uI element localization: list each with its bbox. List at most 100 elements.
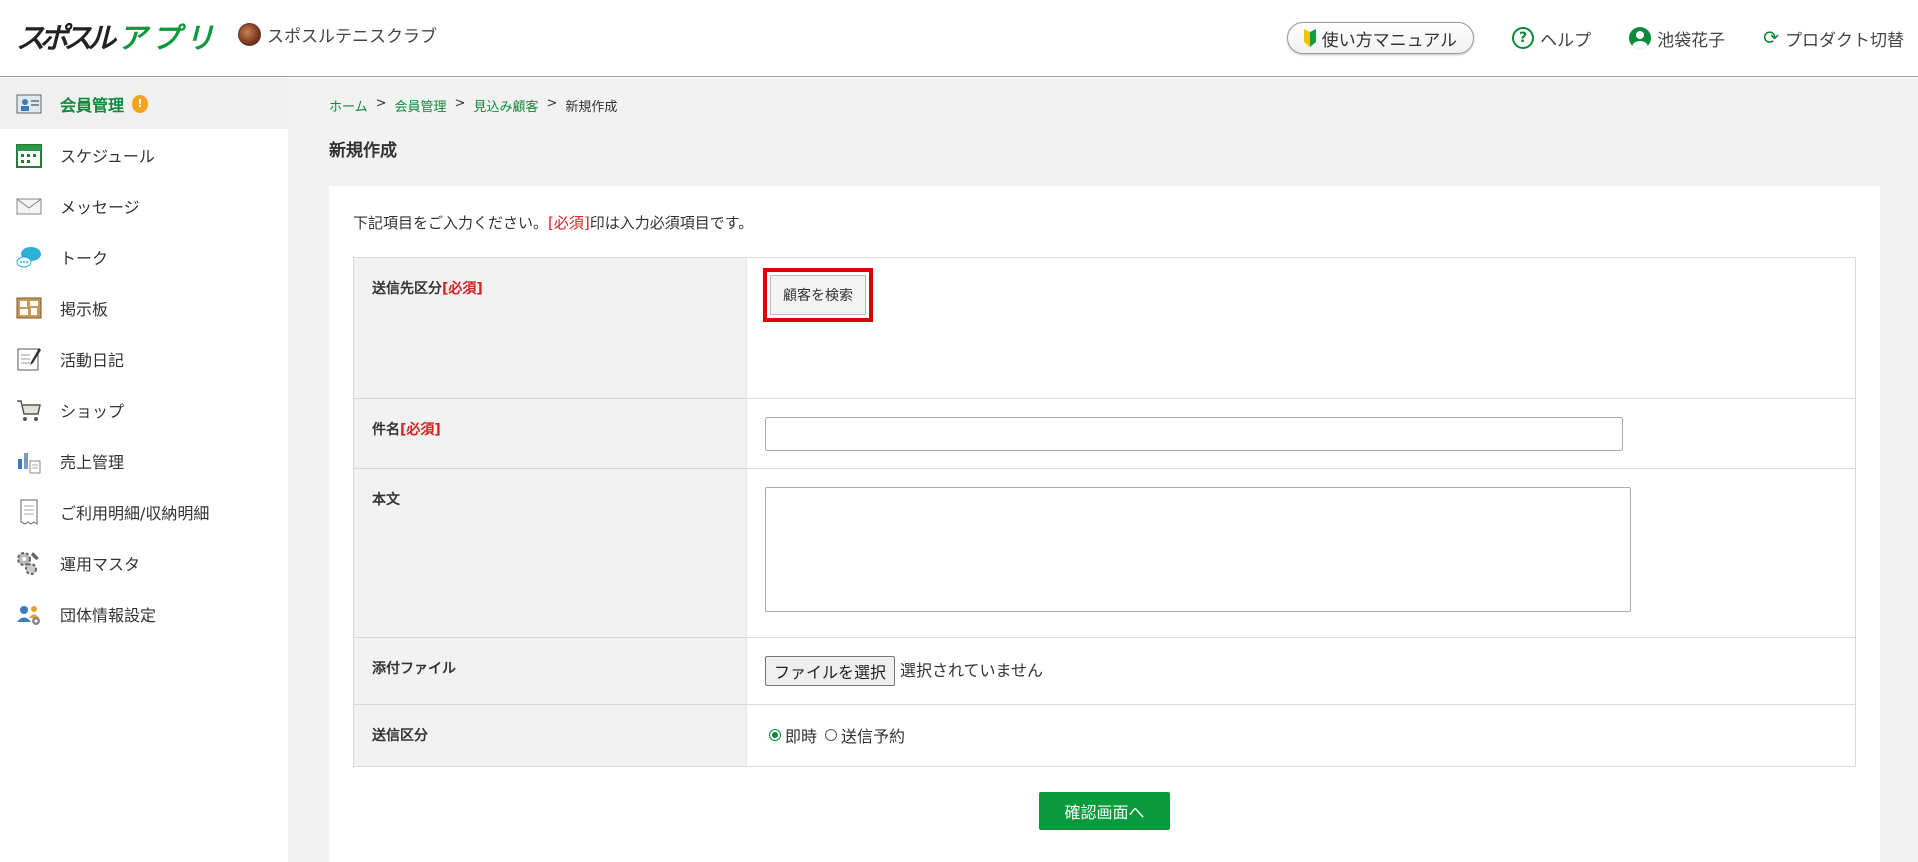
form-panel: 下記項目をご入力ください。[必須]印は入力必須項目です。 送信先区分[必須] 顧… <box>329 186 1880 862</box>
cart-icon <box>15 396 43 424</box>
product-switch-label: プロダクト切替 <box>1785 30 1904 51</box>
field-label: 送信先区分 <box>372 281 442 297</box>
sidebar-item-message[interactable]: メッセージ <box>0 180 288 231</box>
notification-badge: ! <box>132 94 149 113</box>
radio-immediate[interactable] <box>769 729 781 741</box>
breadcrumb-prospects[interactable]: 見込み顧客 <box>473 96 538 115</box>
intro-text: 下記項目をご入力ください。 <box>353 214 549 232</box>
help-label: ヘルプ <box>1540 30 1592 51</box>
svg-text:スポスル: スポスル <box>16 21 118 55</box>
breadcrumb: ホーム > 会員管理 > 見込み顧客 > 新規作成 <box>329 96 617 115</box>
manual-button[interactable]: 使い方マニュアル <box>1286 22 1475 54</box>
product-switch[interactable]: ⟳ プロダクト切替 <box>1763 26 1904 51</box>
sales-chart-icon <box>15 447 43 475</box>
breadcrumb-current: 新規作成 <box>565 100 618 115</box>
required-marker: [必須] <box>400 422 441 438</box>
sidebar-item-label: ショップ <box>60 401 125 421</box>
attachment-label: 添付ファイル <box>354 638 747 704</box>
user-avatar-icon <box>1629 27 1652 49</box>
breadcrumb-separator: > <box>454 96 466 111</box>
group-settings-icon <box>15 600 43 628</box>
help-link[interactable]: ? ヘルプ <box>1512 26 1591 51</box>
recipient-cell: 顧客を検索 <box>747 258 1855 398</box>
send-type-cell: 即時 送信予約 <box>747 705 1855 766</box>
radio-scheduled[interactable] <box>825 729 838 741</box>
sidebar-item-organization[interactable]: 団体情報設定 <box>0 588 288 639</box>
breadcrumb-home[interactable]: ホーム <box>329 96 368 115</box>
required-marker: [必須] <box>442 281 483 297</box>
main-content: ホーム > 会員管理 > 見込み顧客 > 新規作成 新規作成 下記項目をご入力く… <box>288 78 1918 862</box>
manual-label: 使い方マニュアル <box>1321 30 1458 51</box>
row-body: 本文 <box>354 469 1855 638</box>
sidebar-item-label: メッセージ <box>60 197 140 217</box>
logo-icon: スポスル アプリ <box>16 21 214 55</box>
sidebar-item-master[interactable]: 運用マスタ <box>0 537 288 588</box>
sidebar-item-label: 掲示板 <box>60 299 109 319</box>
radio-label-immediate[interactable]: 即時 <box>785 723 817 747</box>
confirm-button[interactable]: 確認画面へ <box>1039 792 1170 830</box>
form-instructions: 下記項目をご入力ください。[必須]印は入力必須項目です。 <box>353 212 753 233</box>
body-textarea[interactable] <box>765 487 1631 612</box>
sidebar: 会員管理 ! スケジュール メッセージ トーク 掲示板 活動日記 ショップ 売上… <box>0 78 288 862</box>
sidebar-item-label: 運用マスタ <box>60 554 141 574</box>
sidebar-item-label: トーク <box>60 248 109 268</box>
sidebar-item-members[interactable]: 会員管理 ! <box>0 78 288 129</box>
sidebar-item-label: 会員管理 <box>60 95 125 115</box>
highlight-box: 顧客を検索 <box>763 268 873 322</box>
file-select-button[interactable]: ファイルを選択 <box>765 656 896 686</box>
user-name: 池袋花子 <box>1657 30 1726 51</box>
header-actions: 使い方マニュアル ? ヘルプ 池袋花子 ⟳ プロダクト切替 <box>1286 22 1904 54</box>
sidebar-item-sales[interactable]: 売上管理 <box>0 435 288 486</box>
row-subject: 件名[必須] <box>354 399 1855 469</box>
sidebar-item-schedule[interactable]: スケジュール <box>0 129 288 180</box>
breadcrumb-separator: > <box>375 96 387 111</box>
subject-input[interactable] <box>765 417 1623 451</box>
send-type-label: 送信区分 <box>354 705 747 766</box>
row-send-type: 送信区分 即時 送信予約 <box>354 705 1855 766</box>
intro-text-after: 印は入力必須項目です。 <box>589 214 754 232</box>
sidebar-item-talk[interactable]: トーク <box>0 231 288 282</box>
sidebar-item-label: ご利用明細/収納明細 <box>60 503 210 523</box>
club-emblem-icon <box>238 23 261 46</box>
help-icon: ? <box>1512 27 1535 49</box>
app-logo[interactable]: スポスル アプリ <box>16 14 216 60</box>
radio-label-scheduled[interactable]: 送信予約 <box>841 723 905 747</box>
sidebar-item-shop[interactable]: ショップ <box>0 384 288 435</box>
required-marker: [必須] <box>548 214 590 232</box>
envelope-icon <box>15 192 43 220</box>
search-customer-button[interactable]: 顧客を検索 <box>770 275 866 315</box>
member-icon <box>15 90 43 118</box>
top-header: スポスル アプリ スポスルテニスクラブ 使い方マニュアル ? ヘルプ 池袋花子 … <box>0 0 1918 77</box>
body-label: 本文 <box>354 469 747 637</box>
sidebar-item-label: 活動日記 <box>60 350 125 370</box>
svg-text:アプリ: アプリ <box>118 21 214 55</box>
field-label: 添付ファイル <box>372 661 456 677</box>
refresh-icon: ⟳ <box>1763 26 1779 49</box>
calendar-icon <box>15 141 43 169</box>
chat-bubble-icon <box>15 243 43 271</box>
sidebar-item-label: 売上管理 <box>60 452 125 472</box>
receipt-icon <box>15 498 43 526</box>
page-title: 新規作成 <box>329 141 397 161</box>
beginner-mark-icon <box>1303 29 1316 47</box>
gear-wrench-icon <box>15 549 43 577</box>
user-menu[interactable]: 池袋花子 <box>1629 26 1725 51</box>
field-label: 送信区分 <box>372 728 428 744</box>
club-selector[interactable]: スポスルテニスクラブ <box>238 22 437 47</box>
sidebar-item-board[interactable]: 掲示板 <box>0 282 288 333</box>
breadcrumb-members[interactable]: 会員管理 <box>395 96 447 115</box>
form-table: 送信先区分[必須] 顧客を検索 件名[必須] 本文 添付ファイル ファイルを選択… <box>353 257 1856 767</box>
sidebar-item-label: スケジュール <box>60 146 155 166</box>
sidebar-item-label: 団体情報設定 <box>60 605 157 625</box>
recipient-label: 送信先区分[必須] <box>354 258 747 398</box>
subject-label: 件名[必須] <box>354 399 747 468</box>
sidebar-item-diary[interactable]: 活動日記 <box>0 333 288 384</box>
field-label: 本文 <box>372 492 400 508</box>
sidebar-item-statements[interactable]: ご利用明細/収納明細 <box>0 486 288 537</box>
row-recipient: 送信先区分[必須] 顧客を検索 <box>354 258 1855 399</box>
attachment-cell: ファイルを選択 選択されていません <box>747 638 1855 704</box>
field-label: 件名 <box>372 422 400 438</box>
body-cell <box>747 469 1855 637</box>
breadcrumb-separator: > <box>546 96 558 111</box>
diary-icon <box>15 345 43 373</box>
